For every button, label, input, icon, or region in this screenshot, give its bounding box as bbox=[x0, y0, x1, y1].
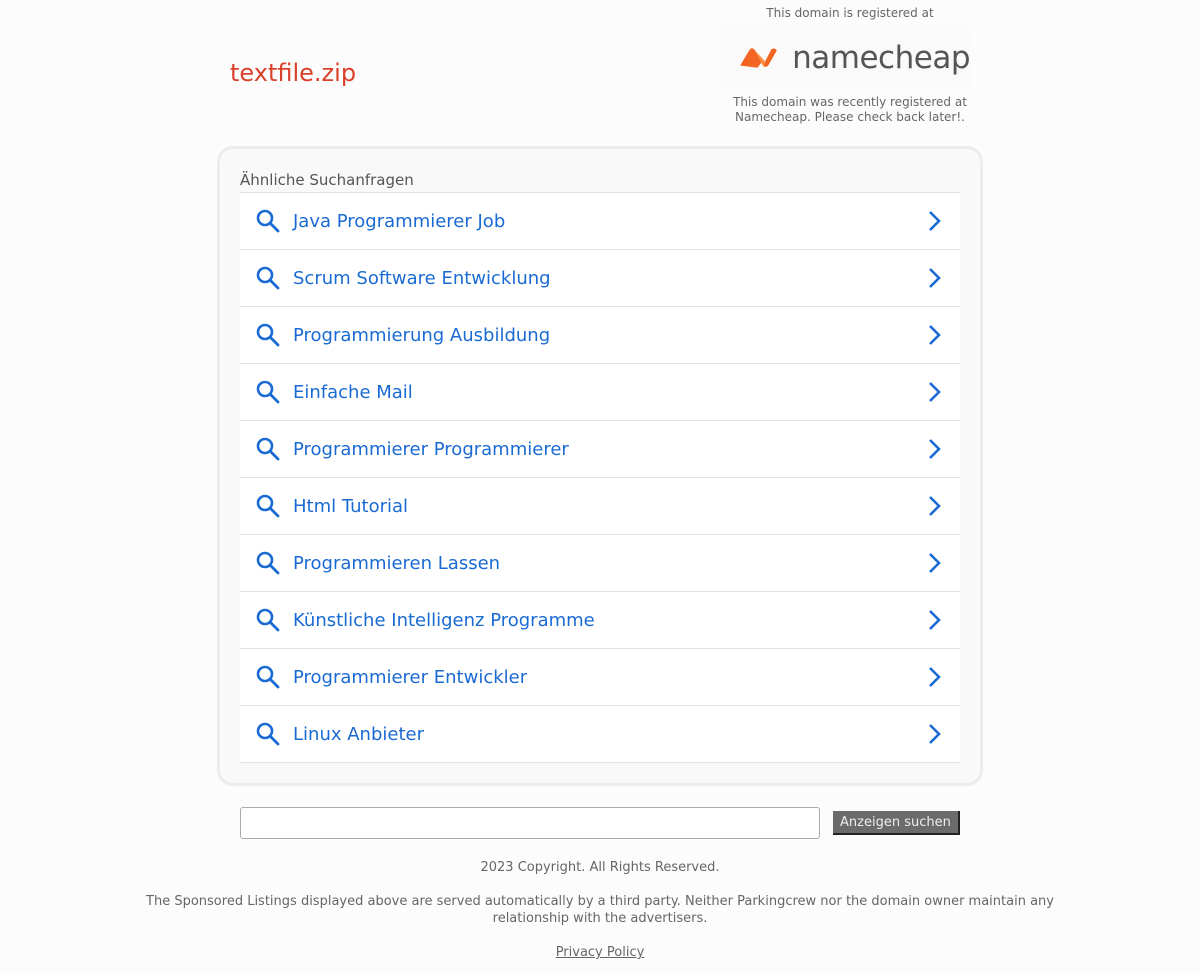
search-icon bbox=[256, 551, 280, 575]
search-icon bbox=[256, 437, 280, 461]
chevron-right-icon bbox=[929, 610, 941, 630]
related-search-label: Einfache Mail bbox=[293, 381, 413, 403]
privacy-policy-link[interactable]: Privacy Policy bbox=[556, 945, 645, 960]
chevron-right-icon bbox=[929, 724, 941, 744]
search-icon bbox=[256, 608, 280, 632]
ads-search-input[interactable] bbox=[240, 807, 820, 839]
disclaimer: The Sponsored Listings displayed above a… bbox=[146, 894, 1054, 926]
search-icon bbox=[256, 266, 280, 290]
registrar-note: This domain was recently registered at N… bbox=[733, 95, 967, 124]
chevron-right-icon bbox=[929, 496, 941, 516]
related-search-label: Programmierer Programmierer bbox=[293, 438, 569, 460]
namecheap-logo[interactable]: namecheap bbox=[720, 26, 970, 90]
registered-at-label: This domain is registered at bbox=[766, 6, 934, 20]
related-search-item[interactable]: Programmierung Ausbildung bbox=[240, 307, 960, 364]
related-searches-heading: Ähnliche Suchanfragen bbox=[240, 171, 414, 189]
namecheap-wordmark: namecheap bbox=[792, 40, 970, 76]
search-ads-button[interactable]: Anzeigen suchen bbox=[833, 811, 960, 835]
related-search-label: Html Tutorial bbox=[293, 495, 409, 517]
chevron-right-icon bbox=[929, 667, 941, 687]
related-search-label: Java Programmierer Job bbox=[293, 210, 506, 232]
related-search-item[interactable]: Linux Anbieter bbox=[240, 706, 960, 763]
related-search-label: Programmieren Lassen bbox=[293, 552, 501, 574]
related-search-label: Programmierer Entwickler bbox=[293, 666, 528, 688]
search-icon bbox=[256, 722, 280, 746]
chevron-right-icon bbox=[929, 268, 941, 288]
related-search-item[interactable]: Künstliche Intelligenz Programme bbox=[240, 592, 960, 649]
related-search-item[interactable]: Programmieren Lassen bbox=[240, 535, 960, 592]
related-searches-list: Java Programmierer Job Scrum Software Ent… bbox=[240, 192, 960, 763]
related-search-item[interactable]: Java Programmierer Job bbox=[240, 193, 960, 250]
chevron-right-icon bbox=[929, 439, 941, 459]
domain-title: textfile.zip bbox=[230, 59, 357, 87]
chevron-right-icon bbox=[929, 382, 941, 402]
chevron-right-icon bbox=[929, 211, 941, 231]
related-search-label: Linux Anbieter bbox=[293, 723, 424, 745]
search-icon bbox=[256, 209, 280, 233]
chevron-right-icon bbox=[929, 325, 941, 345]
related-search-label: Programmierung Ausbildung bbox=[293, 324, 551, 346]
related-search-label: Künstliche Intelligenz Programme bbox=[293, 609, 595, 631]
related-search-item[interactable]: Programmierer Programmierer bbox=[240, 421, 960, 478]
related-search-item[interactable]: Einfache Mail bbox=[240, 364, 960, 421]
related-search-item[interactable]: Programmierer Entwickler bbox=[240, 649, 960, 706]
search-icon bbox=[256, 380, 280, 404]
related-search-item[interactable]: Scrum Software Entwicklung bbox=[240, 250, 960, 307]
chevron-right-icon bbox=[929, 553, 941, 573]
search-icon bbox=[256, 323, 280, 347]
namecheap-logo-icon bbox=[740, 48, 777, 68]
search-icon bbox=[256, 494, 280, 518]
related-search-item[interactable]: Html Tutorial bbox=[240, 478, 960, 535]
related-search-label: Scrum Software Entwicklung bbox=[293, 267, 551, 289]
search-icon bbox=[256, 665, 280, 689]
related-searches-panel: Ähnliche Suchanfragen Java Programmierer… bbox=[217, 146, 983, 786]
copyright: 2023 Copyright. All Rights Reserved. bbox=[480, 860, 720, 875]
